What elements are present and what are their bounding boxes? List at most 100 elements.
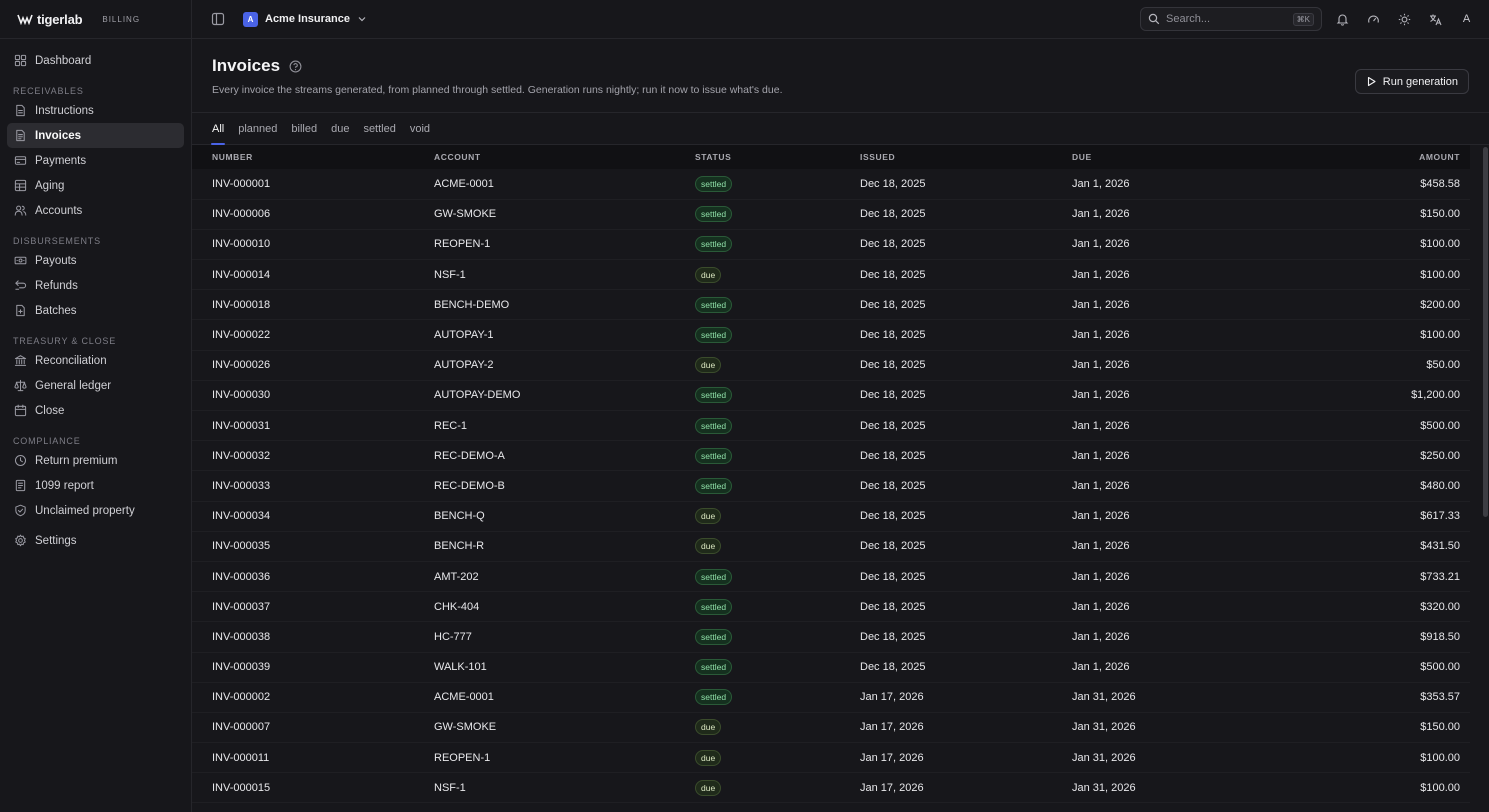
status-badge: settled [695, 659, 733, 676]
status-badge: due [695, 779, 722, 796]
sidebar-item-refunds[interactable]: Refunds [7, 273, 184, 298]
table-row[interactable]: INV-000039 WALK-101 settled Dec 18, 2025 Jan… [192, 652, 1470, 683]
sidebar-item-1099-report[interactable]: 1099 report [7, 473, 184, 498]
sidebar-item-batches[interactable]: Batches [7, 298, 184, 323]
scrollbar-thumb[interactable] [1483, 147, 1488, 517]
status-cell: settled [695, 289, 860, 321]
amount: $480.00 [1272, 470, 1470, 502]
sidebar-item-payments[interactable]: Payments [7, 148, 184, 173]
sidebar-toggle-icon[interactable] [211, 12, 225, 26]
tab-due[interactable]: due [324, 113, 356, 145]
sidebar-item-label: Batches [35, 304, 77, 317]
tab-void[interactable]: void [403, 113, 437, 145]
invoice-number: INV-000039 [192, 652, 434, 683]
sidebar-item-invoices[interactable]: Invoices [7, 123, 184, 148]
table-row[interactable]: INV-000037 CHK-404 settled Dec 18, 2025 Jan … [192, 591, 1470, 623]
sidebar-item-close[interactable]: Close [7, 398, 184, 423]
account-code: AMT-202 [434, 561, 695, 593]
column-header-issued[interactable]: ISSUED [860, 145, 1072, 169]
issued-date: Dec 18, 2025 [860, 470, 1072, 502]
header-text: Invoices Every invoice the streams gener… [212, 56, 783, 96]
column-header-status[interactable]: STATUS [695, 145, 860, 169]
issued-date: Jan 17, 2026 [860, 772, 1072, 804]
bell-icon[interactable] [1332, 9, 1353, 30]
table-row[interactable]: INV-000007 GW-SMOKE due Jan 17, 2026 Jan 31,… [192, 712, 1470, 744]
table-row[interactable]: INV-000006 GW-SMOKE settled Dec 18, 2025 Jan… [192, 199, 1470, 230]
sidebar-item-label: Return premium [35, 454, 118, 467]
status-badge: due [695, 749, 722, 766]
sidebar-item-dashboard[interactable]: Dashboard [7, 48, 184, 73]
column-header-due[interactable]: DUE [1072, 145, 1272, 169]
table-row[interactable]: INV-000038 HC-777 settled Dec 18, 2025 Jan 1… [192, 621, 1470, 653]
table-row[interactable]: INV-000032 REC-DEMO-A settled Dec 18, 2025 J… [192, 440, 1470, 472]
table-row[interactable]: INV-000022 AUTOPAY-1 settled Dec 18, 2025 Ja… [192, 319, 1470, 351]
account-code: REOPEN-1 [434, 742, 695, 774]
sidebar-item-settings[interactable]: Settings [7, 528, 184, 553]
account-code: ACME-0001 [434, 169, 695, 200]
sidebar-item-payouts[interactable]: Payouts [7, 248, 184, 273]
status-badge: due [695, 719, 722, 736]
gauge-icon[interactable] [1363, 9, 1384, 30]
table-row[interactable]: INV-000031 REC-1 settled Dec 18, 2025 Jan 1,… [192, 410, 1470, 442]
status-cell: due [695, 742, 860, 774]
issued-date: Dec 18, 2025 [860, 229, 1072, 261]
column-header-amount[interactable]: AMOUNT [1272, 145, 1470, 169]
sidebar-item-aging[interactable]: Aging [7, 173, 184, 198]
table-row[interactable]: INV-000002 ACME-0001 settled Jan 17, 2026 Ja… [192, 682, 1470, 713]
sidebar-nav: Dashboard RECEIVABLES Instructions Invoices… [0, 39, 191, 562]
account-code: BENCH-R [434, 531, 695, 562]
invoice-table-container: NUMBER ACCOUNT STATUS ISSUED DUE AMOUNT … [192, 145, 1489, 812]
sidebar-item-label: Payouts [35, 254, 77, 267]
table-row[interactable]: INV-000033 REC-DEMO-B settled Dec 18, 2025 J… [192, 470, 1470, 502]
table-row[interactable]: INV-000030 AUTOPAY-DEMO settled Dec 18, 202… [192, 380, 1470, 412]
table-row[interactable]: INV-000018 BENCH-DEMO settled Dec 18, 2025 J… [192, 289, 1470, 321]
run-generation-button[interactable]: Run generation [1354, 69, 1469, 94]
bank-icon [13, 354, 27, 368]
status-badge: due [695, 266, 722, 283]
table-row[interactable]: INV-000015 NSF-1 due Jan 17, 2026 Jan 31, 20… [192, 772, 1470, 804]
tab-planned[interactable]: planned [231, 113, 284, 145]
sidebar-item-instructions[interactable]: Instructions [7, 98, 184, 123]
help-icon[interactable] [289, 60, 302, 73]
tab-all[interactable]: All [205, 113, 231, 145]
column-header-number[interactable]: NUMBER [192, 145, 434, 169]
sidebar-item-unclaimed-property[interactable]: Unclaimed property [7, 498, 184, 523]
table-row[interactable]: INV-000010 REOPEN-1 settled Dec 18, 2025 Jan… [192, 229, 1470, 261]
table-row[interactable]: INV-000034 BENCH-Q due Dec 18, 2025 Jan 1, 2… [192, 501, 1470, 532]
search-input[interactable] [1166, 13, 1287, 25]
sidebar-section-compliance: COMPLIANCE [13, 436, 81, 446]
table-row[interactable]: INV-000011 REOPEN-1 due Jan 17, 2026 Jan 31,… [192, 742, 1470, 774]
status-cell: due [695, 772, 860, 804]
account-code: GW-SMOKE [434, 712, 695, 744]
brand[interactable]: tigerlab BILLING [0, 0, 191, 39]
sidebar-item-accounts[interactable]: Accounts [7, 198, 184, 223]
table-row[interactable]: INV-000001 ACME-0001 settled Dec 18, 2025 Ja… [192, 169, 1470, 200]
sidebar-item-general-ledger[interactable]: General ledger [7, 373, 184, 398]
document-icon [13, 104, 27, 118]
sun-icon[interactable] [1394, 9, 1415, 30]
amount: $100.00 [1272, 742, 1470, 774]
dashboard-icon [13, 54, 27, 68]
account-code: AUTOPAY-1 [434, 319, 695, 351]
tab-billed[interactable]: billed [284, 113, 324, 145]
table-row[interactable]: INV-000026 AUTOPAY-2 due Dec 18, 2025 Jan 1,… [192, 350, 1470, 381]
sidebar-item-return-premium[interactable]: Return premium [7, 448, 184, 473]
sidebar-item-label: Payments [35, 154, 87, 167]
status-badge: settled [695, 447, 733, 464]
translate-icon[interactable] [1425, 9, 1446, 30]
table-row[interactable]: INV-000014 NSF-1 due Dec 18, 2025 Jan 1, 202… [192, 259, 1470, 291]
issued-date: Dec 18, 2025 [860, 319, 1072, 351]
user-avatar[interactable]: A [1456, 13, 1477, 25]
invoice-number: INV-000035 [192, 531, 434, 562]
column-header-account[interactable]: ACCOUNT [434, 145, 695, 169]
search-box[interactable]: ⌘K [1140, 7, 1322, 31]
org-switcher[interactable]: A Acme Insurance [243, 11, 367, 27]
account-code: NSF-1 [434, 259, 695, 291]
sidebar-item-reconciliation[interactable]: Reconciliation [7, 348, 184, 373]
sidebar-item-label: 1099 report [35, 479, 94, 492]
due-date: Jan 1, 2026 [1072, 380, 1272, 412]
table-row[interactable]: INV-000036 AMT-202 settled Dec 18, 2025 Jan … [192, 561, 1470, 593]
main-area: A Acme Insurance ⌘K [192, 0, 1489, 812]
table-row[interactable]: INV-000035 BENCH-R due Dec 18, 2025 Jan 1, 2… [192, 531, 1470, 562]
tab-settled[interactable]: settled [356, 113, 402, 145]
